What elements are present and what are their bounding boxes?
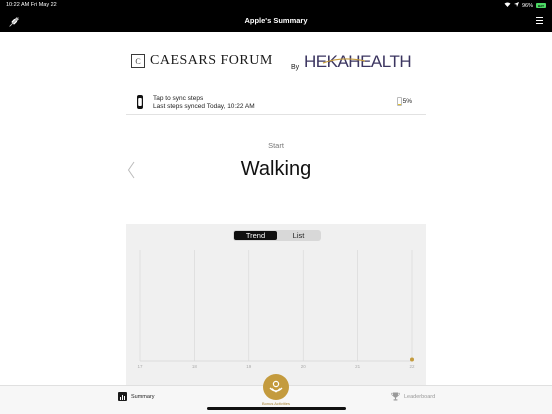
trophy-icon [391, 392, 400, 401]
chart-x-tick-label: 17 [137, 364, 143, 369]
battery-percent: 96% [521, 2, 533, 9]
activity-name: Walking [240, 158, 312, 180]
chart-data-point [410, 357, 414, 362]
top-bar: 10:22 AM Fri May 22 96% BAT Apple's Summ… [0, 0, 552, 32]
chart-x-tick-label: 22 [409, 364, 415, 369]
sync-prompt: Tap to sync steps [153, 95, 204, 102]
wifi-icon [504, 2, 511, 9]
watch-icon [137, 95, 143, 109]
page-title: Apple's Summary [244, 16, 308, 25]
device-battery: 5% [396, 97, 412, 106]
caesars-logo: C CAESARS FORUM [131, 52, 273, 70]
toggle-list[interactable]: List [277, 231, 320, 240]
device-battery-icon [396, 97, 402, 106]
tab-bonus-label: Bonus Activities [261, 401, 290, 406]
status-indicators: 96% BAT [504, 2, 546, 9]
trend-chart: 17 18 19 20 21 22 [137, 250, 415, 369]
caesars-mark-icon: C [131, 54, 145, 68]
toggle-trend[interactable]: Trend [234, 231, 277, 240]
tab-leaderboard-label: Leaderboard [404, 393, 436, 400]
location-icon [513, 2, 519, 9]
bonus-activities-icon [263, 374, 289, 400]
status-time: 10:22 AM Fri May 22 [6, 2, 57, 8]
chart-x-tick-label: 20 [301, 364, 307, 369]
caesars-wordmark: CAESARS FORUM [150, 53, 273, 68]
battery-icon: BAT [536, 3, 546, 8]
device-battery-percent: 5% [402, 98, 412, 105]
start-label: Start [268, 141, 284, 150]
trend-chart-panel: 17 18 19 20 21 22 Trend List [126, 224, 426, 385]
summary-chart-icon [118, 392, 127, 401]
tab-bonus-activities[interactable]: Bonus Activities [256, 374, 296, 406]
chart-x-tick-label: 19 [246, 364, 252, 369]
tab-summary[interactable]: Summary [118, 392, 155, 401]
menu-icon[interactable] [536, 17, 543, 24]
home-indicator [207, 407, 346, 410]
sync-steps-row[interactable]: Tap to sync steps Last steps synced Toda… [126, 91, 426, 115]
tab-summary-label: Summary [131, 393, 155, 400]
heka-swoosh-icon [322, 58, 366, 64]
tab-leaderboard[interactable]: Leaderboard [391, 392, 435, 401]
app-root: 10:22 AM Fri May 22 96% BAT Apple's Summ… [0, 0, 552, 414]
chart-x-tick-label: 18 [192, 364, 198, 369]
last-sync-time: Last steps synced Today, 10:22 AM [153, 103, 255, 110]
by-label: By [291, 64, 300, 71]
chart-x-tick-label: 21 [355, 364, 361, 369]
view-toggle: Trend List [233, 230, 321, 241]
